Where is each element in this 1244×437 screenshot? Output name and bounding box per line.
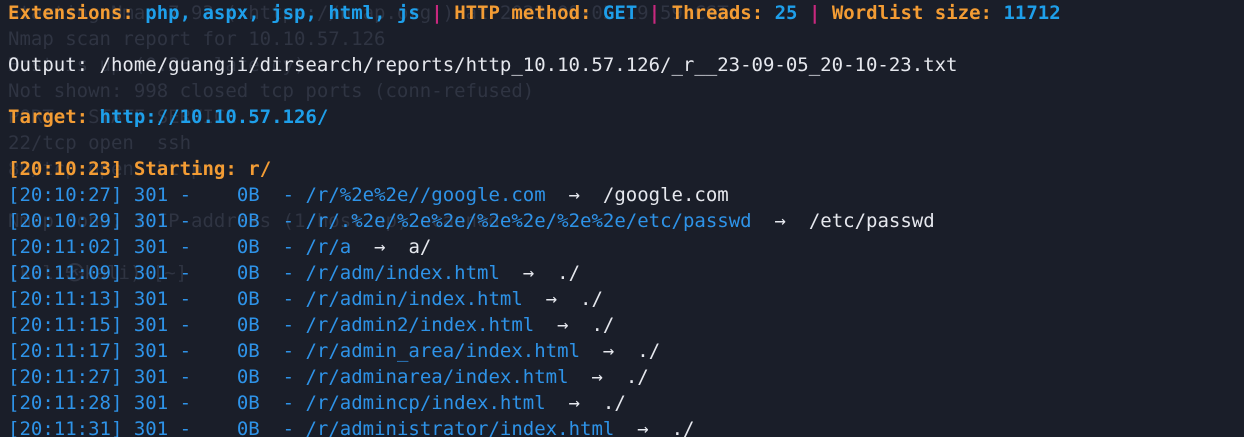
terminal-output: Extensions: php, aspx, jsp, html, js | H… [8, 0, 1244, 437]
result-redirect: ./ [602, 392, 626, 414]
result-status: 301 [133, 314, 169, 336]
result-row: [20:10:27] 301 - 0B - /r/%2e%2e//google.… [8, 184, 729, 206]
result-time: [20:11:02] [8, 236, 123, 258]
result-path: /r/admincp/index.html [305, 392, 546, 414]
results-list: [20:10:27] 301 - 0B - /r/%2e%2e//google.… [8, 182, 1244, 437]
result-redirect: /google.com [602, 184, 729, 206]
result-time: [20:11:09] [8, 262, 123, 284]
result-path: /r/a [305, 236, 352, 258]
result-size: 0B [236, 262, 260, 284]
result-row: [20:11:31] 301 - 0B - /r/administrator/i… [8, 416, 1244, 437]
result-time: [20:11:31] [8, 418, 123, 437]
result-redirect: ./ [637, 340, 661, 362]
wordlist-size-label: Wordlist size: [831, 2, 992, 24]
result-status: 301 [133, 262, 169, 284]
redirect-arrow-icon: → [637, 418, 649, 437]
result-row: [20:11:09] 301 - 0B - /r/adm/index.html … [8, 262, 581, 284]
result-row: [20:11:17] 301 - 0B - /r/admin_area/inde… [8, 340, 661, 362]
result-status: 301 [133, 366, 169, 388]
result-size: 0B [236, 184, 260, 206]
starting-label: Starting: [133, 158, 237, 180]
output-line: Output: /home/guangji/dirsearch/reports/… [8, 52, 1244, 78]
target-line: Target: http://10.10.57.126/ [8, 104, 1244, 130]
target-url: http://10.10.57.126/ [99, 106, 329, 128]
result-status: 301 [133, 340, 169, 362]
redirect-arrow-icon: → [568, 184, 581, 206]
result-row: [20:11:02] 301 - 0B - /r/a → a/ [8, 236, 432, 258]
result-row: [20:11:13] 301 - 0B - /r/admin/index.htm… [8, 288, 603, 310]
separator: | [808, 2, 821, 24]
result-path: /r/adm/index.html [305, 262, 500, 284]
extensions-label: Extensions: [8, 2, 134, 24]
result-size: 0B [236, 366, 260, 388]
result-time: [20:10:27] [8, 184, 123, 206]
result-time: [20:11:15] [8, 314, 123, 336]
result-path: /r/admin/index.html [305, 288, 523, 310]
result-status: 301 [133, 288, 169, 310]
result-size: 0B [236, 236, 260, 258]
result-size: 0B [236, 288, 260, 310]
result-size: 0B [236, 392, 260, 414]
result-time: [20:11:13] [8, 288, 123, 310]
redirect-arrow-icon: → [591, 366, 603, 388]
starting-line: [20:10:23] Starting: r/ [8, 156, 1244, 182]
result-size: 0B [236, 340, 260, 362]
separator: | [431, 2, 443, 24]
result-status: 301 [133, 392, 169, 414]
http-method-value: GET [602, 2, 638, 24]
result-time: [20:11:27] [8, 366, 123, 388]
result-redirect: ./ [671, 418, 695, 437]
redirect-arrow-icon: → [522, 262, 535, 284]
result-redirect: ./ [591, 314, 615, 336]
result-redirect: ./ [580, 288, 603, 310]
output-label: Output: [8, 54, 89, 76]
result-path: /r/.%2e/%2e%2e/%2e%2e/%2e%2e/etc/passwd [305, 210, 752, 232]
result-size: 0B [236, 418, 260, 437]
result-status: 301 [133, 184, 169, 206]
result-size: 0B [236, 314, 260, 336]
http-method-label: HTTP method: [454, 2, 592, 24]
result-row: [20:11:27] 301 - 0B - /r/adminarea/index… [8, 366, 649, 388]
redirect-arrow-icon: → [374, 236, 386, 258]
redirect-arrow-icon: → [557, 314, 569, 336]
threads-value: 25 [774, 2, 798, 24]
result-redirect: a/ [408, 236, 432, 258]
result-time: [20:11:17] [8, 340, 123, 362]
target-label: Target: [8, 106, 89, 128]
extensions-value: php, aspx, jsp, html, js [145, 2, 420, 24]
result-path: /r/admin2/index.html [305, 314, 535, 336]
result-row: [20:11:15] 301 - 0B - /r/admin2/index.ht… [8, 314, 615, 336]
redirect-arrow-icon: → [602, 340, 615, 362]
result-path: /r/%2e%2e//google.com [305, 184, 546, 206]
wordlist-size-value: 11712 [1003, 2, 1061, 24]
result-path: /r/administrator/index.html [305, 418, 615, 437]
starting-path: r/ [248, 158, 272, 180]
result-path: /r/adminarea/index.html [305, 366, 569, 388]
result-status: 301 [133, 418, 169, 437]
result-redirect: /etc/passwd [808, 210, 935, 232]
config-line: Extensions: php, aspx, jsp, html, js | H… [8, 0, 1244, 26]
result-status: 301 [133, 210, 169, 232]
result-time: [20:10:29] [8, 210, 123, 232]
result-row: [20:10:29] 301 - 0B - /r/.%2e/%2e%2e/%2e… [8, 210, 935, 232]
terminal-window[interactable]: Starting Nmap 7.93 ( https://nmap.org ) … [0, 0, 1244, 437]
result-redirect: ./ [625, 366, 649, 388]
result-path: /r/admin_area/index.html [305, 340, 581, 362]
starting-time: [20:10:23] [8, 158, 123, 180]
result-redirect: ./ [557, 262, 581, 284]
output-path: /home/guangji/dirsearch/reports/http_10.… [99, 54, 958, 76]
redirect-arrow-icon: → [568, 392, 581, 414]
redirect-arrow-icon: → [545, 288, 558, 310]
result-row: [20:11:28] 301 - 0B - /r/admincp/index.h… [8, 392, 626, 414]
redirect-arrow-icon: → [774, 210, 786, 232]
result-time: [20:11:28] [8, 392, 123, 414]
result-size: 0B [236, 210, 260, 232]
result-status: 301 [133, 236, 169, 258]
separator: | [648, 2, 661, 24]
threads-label: Threads: [671, 2, 764, 24]
